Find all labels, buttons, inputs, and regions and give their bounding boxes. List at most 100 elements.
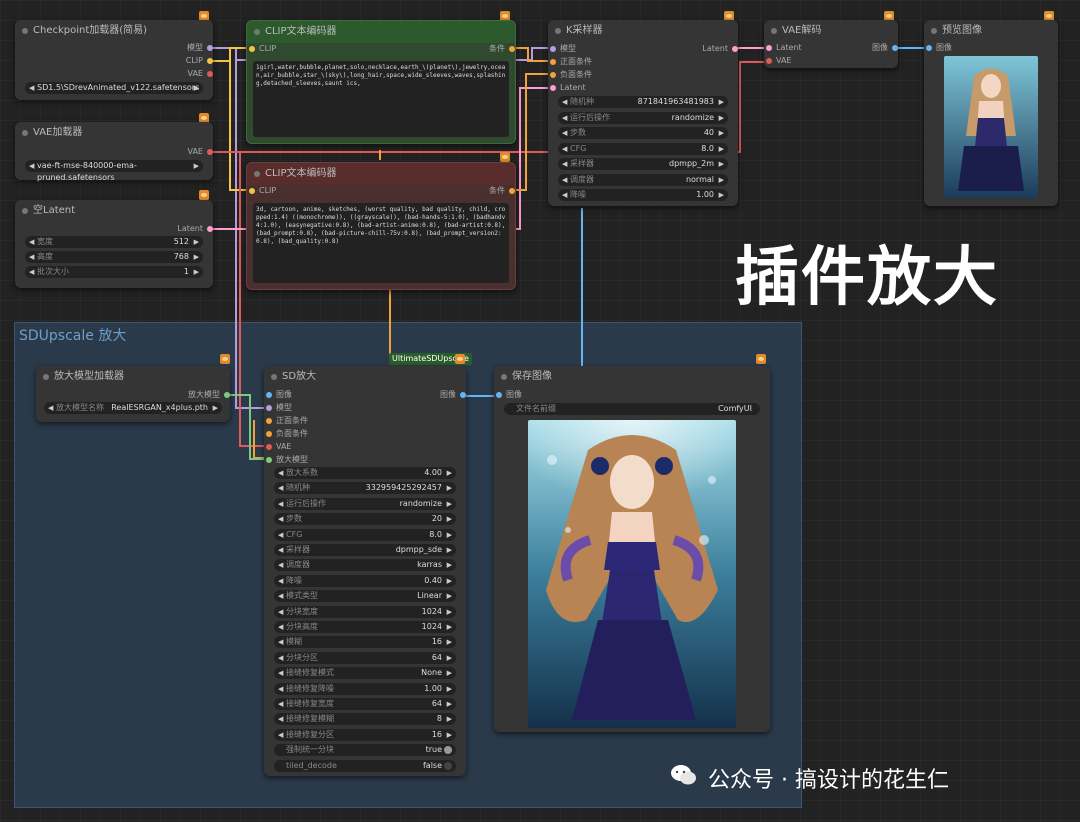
arrow-right-icon[interactable]: ▶ <box>447 544 452 556</box>
input-upscale-model[interactable]: 放大模型 <box>264 454 308 466</box>
widget-6[interactable]: ◀ 降噪 1.00 ▶ <box>558 189 728 201</box>
arrow-right-icon[interactable]: ▶ <box>447 529 452 541</box>
arrow-left-icon[interactable]: ◀ <box>29 160 34 172</box>
output-image[interactable]: 图像 <box>872 42 898 54</box>
arrow-right-icon[interactable]: ▶ <box>719 96 724 108</box>
collapse-dot-icon[interactable] <box>254 29 260 35</box>
negative-prompt-textarea[interactable]: 3d, cartoon, anime, sketches, (worst qua… <box>253 203 509 283</box>
widget-6[interactable]: ◀ 调度器 karras ▶ <box>274 559 456 572</box>
arrow-right-icon[interactable]: ▶ <box>719 158 724 170</box>
arrow-right-icon[interactable]: ▶ <box>447 606 452 618</box>
output-conditioning[interactable]: 条件 <box>489 185 515 197</box>
filename-prefix-field[interactable]: 文件名前缀 ComfyUI <box>504 403 760 415</box>
arrow-right-icon[interactable]: ▶ <box>719 112 724 124</box>
toggle-1[interactable]: tiled_decode false <box>274 759 456 772</box>
node-upscale-model-loader[interactable]: 放大模型加载器 放大模型 ◀ 放大模型名称 RealESRGAN_x4plus.pt… <box>36 366 230 422</box>
arrow-left-icon[interactable]: ◀ <box>29 251 34 263</box>
collapse-dot-icon[interactable] <box>271 374 277 380</box>
widget-7[interactable]: ◀ 降噪 0.40 ▶ <box>274 574 456 587</box>
node-save-image[interactable]: 保存图像 图像 文件名前缀 ComfyUI <box>494 366 770 732</box>
output-conditioning[interactable]: 条件 <box>489 43 515 55</box>
arrow-left-icon[interactable]: ◀ <box>278 575 283 587</box>
arrow-left-icon[interactable]: ◀ <box>278 729 283 741</box>
arrow-left-icon[interactable]: ◀ <box>278 529 283 541</box>
widget-0[interactable]: ◀ 随机种 871841963481983 ▶ <box>558 96 728 108</box>
arrow-right-icon[interactable]: ▶ <box>447 652 452 664</box>
arrow-left-icon[interactable]: ◀ <box>562 127 567 139</box>
node-sd-upscale[interactable]: SD放大 图像 图像 模型 正面条件 负面条件 VAE 放大模型 ◀ 放大系数 4.… <box>264 366 466 776</box>
widget-0[interactable]: ◀ 放大系数 4.00 ▶ <box>274 467 456 479</box>
output-latent[interactable]: Latent <box>702 43 738 55</box>
widget-14[interactable]: ◀ 接缝修复降噪 1.00 ▶ <box>274 682 456 695</box>
arrow-right-icon[interactable]: ▶ <box>447 713 452 725</box>
widget-5[interactable]: ◀ 调度器 normal ▶ <box>558 173 728 186</box>
toggle-knob-icon[interactable] <box>444 761 452 770</box>
widget-5[interactable]: ◀ 采样器 dpmpp_sde ▶ <box>274 544 456 556</box>
ckpt-name-combo[interactable]: ◀ SD1.5\SDrevAnimated_v122.safetensors ▶ <box>25 82 203 94</box>
arrow-right-icon[interactable]: ▶ <box>719 189 724 201</box>
input-image[interactable]: 图像 <box>494 389 522 401</box>
collapse-dot-icon[interactable] <box>254 171 260 177</box>
widget-3[interactable]: ◀ CFG 8.0 ▶ <box>558 142 728 155</box>
arrow-left-icon[interactable]: ◀ <box>278 590 283 602</box>
widget-15[interactable]: ◀ 接缝修复宽度 64 ▶ <box>274 698 456 710</box>
arrow-left-icon[interactable]: ◀ <box>278 467 283 479</box>
widget-11[interactable]: ◀ 模糊 16 ▶ <box>274 636 456 649</box>
output-vae[interactable]: VAE <box>188 68 213 80</box>
widget-13[interactable]: ◀ 接缝修复模式 None ▶ <box>274 667 456 680</box>
arrow-left-icon[interactable]: ◀ <box>278 636 283 648</box>
arrow-right-icon[interactable]: ▶ <box>447 729 452 741</box>
arrow-right-icon[interactable]: ▶ <box>447 559 452 571</box>
arrow-right-icon[interactable]: ▶ <box>447 467 452 479</box>
arrow-left-icon[interactable]: ◀ <box>562 143 567 155</box>
widget-4[interactable]: ◀ 采样器 dpmpp_2m ▶ <box>558 158 728 170</box>
input-clip[interactable]: CLIP <box>247 43 276 55</box>
node-vae-loader[interactable]: VAE加载器 VAE ◀ vae-ft-mse-840000-ema-pruned… <box>15 122 213 182</box>
widget-1[interactable]: ◀ 随机种 332959425292457 ▶ <box>274 482 456 495</box>
arrow-left-icon[interactable]: ◀ <box>278 667 283 679</box>
arrow-right-icon[interactable]: ▶ <box>194 160 199 172</box>
input-latent[interactable]: Latent <box>764 42 802 54</box>
arrow-right-icon[interactable]: ▶ <box>447 575 452 587</box>
toggle-0[interactable]: 强制统一分块 true <box>274 744 456 757</box>
arrow-right-icon[interactable]: ▶ <box>447 621 452 633</box>
arrow-left-icon[interactable]: ◀ <box>48 402 53 414</box>
arrow-left-icon[interactable]: ◀ <box>278 482 283 494</box>
input-positive[interactable]: 正面条件 <box>264 415 308 427</box>
upscale-model-combo[interactable]: ◀ 放大模型名称 RealESRGAN_x4plus.pth ▶ <box>44 402 222 414</box>
arrow-right-icon[interactable]: ▶ <box>194 251 199 263</box>
arrow-right-icon[interactable]: ▶ <box>447 667 452 679</box>
arrow-right-icon[interactable]: ▶ <box>213 402 218 414</box>
widget-8[interactable]: ◀ 模式类型 Linear ▶ <box>274 590 456 603</box>
node-empty-latent[interactable]: 空Latent Latent ◀ 宽度 512 ▶ ◀ 高度 768 ▶ ◀ 批次大小 1 ▶ <box>15 200 213 288</box>
width-widget[interactable]: ◀ 宽度 512 ▶ <box>25 236 203 248</box>
arrow-left-icon[interactable]: ◀ <box>278 606 283 618</box>
input-model[interactable]: 模型 <box>548 43 576 55</box>
arrow-right-icon[interactable]: ▶ <box>719 143 724 155</box>
node-checkpoint-loader[interactable]: Checkpoint加载器(简易) 模型 CLIP VAE ◀ SD1.5\SDr… <box>15 20 213 100</box>
arrow-right-icon[interactable]: ▶ <box>447 513 452 525</box>
arrow-right-icon[interactable]: ▶ <box>719 127 724 139</box>
arrow-right-icon[interactable]: ▶ <box>447 498 452 510</box>
arrow-right-icon[interactable]: ▶ <box>719 174 724 186</box>
widget-3[interactable]: ◀ 步数 20 ▶ <box>274 513 456 526</box>
arrow-left-icon[interactable]: ◀ <box>562 112 567 124</box>
batch-widget[interactable]: ◀ 批次大小 1 ▶ <box>25 266 203 278</box>
arrow-left-icon[interactable]: ◀ <box>562 96 567 108</box>
output-latent[interactable]: Latent <box>177 223 213 235</box>
arrow-left-icon[interactable]: ◀ <box>278 498 283 510</box>
output-image[interactable]: 图像 <box>440 389 466 401</box>
node-vae-decode[interactable]: VAE解码 Latent 图像 VAE <box>764 20 898 68</box>
input-negative[interactable]: 负面条件 <box>548 69 592 81</box>
input-positive[interactable]: 正面条件 <box>548 56 592 68</box>
input-image[interactable]: 图像 <box>924 42 952 54</box>
arrow-left-icon[interactable]: ◀ <box>278 621 283 633</box>
arrow-right-icon[interactable]: ▶ <box>194 236 199 248</box>
arrow-right-icon[interactable]: ▶ <box>447 698 452 710</box>
arrow-left-icon[interactable]: ◀ <box>562 189 567 201</box>
arrow-right-icon[interactable]: ▶ <box>447 590 452 602</box>
input-vae[interactable]: VAE <box>264 441 292 453</box>
input-latent[interactable]: Latent <box>548 82 586 94</box>
toggle-knob-icon[interactable] <box>444 746 452 755</box>
arrow-right-icon[interactable]: ▶ <box>447 683 452 695</box>
